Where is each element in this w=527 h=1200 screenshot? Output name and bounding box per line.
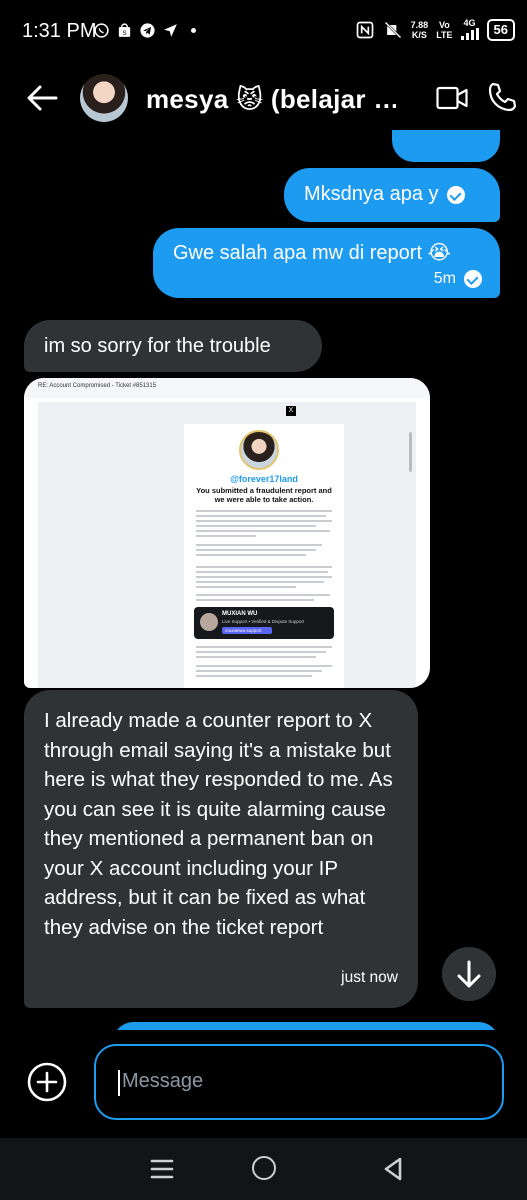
system-status: 7.88 K/S Vo LTE 4G 56: [355, 18, 515, 42]
network-speed: 7.88 K/S: [411, 20, 429, 40]
read-receipt-icon: [464, 269, 482, 288]
dot-icon: [191, 28, 196, 33]
message-input[interactable]: Message: [94, 1044, 504, 1120]
email-text-line: [196, 675, 312, 677]
email-text-line: [196, 665, 332, 667]
system-nav-bar: [0, 1138, 527, 1200]
email-text-line: [196, 594, 330, 596]
email-text-line: [196, 520, 332, 522]
email-text-line: [196, 530, 330, 532]
sent-message[interactable]: Mksdnya apa y: [284, 168, 500, 222]
notification-icons: S: [93, 22, 202, 39]
text-cursor: [118, 1070, 120, 1096]
email-text-line: [196, 576, 332, 578]
x-logo-icon: X: [286, 406, 296, 416]
message-meta: 5m: [433, 269, 482, 288]
message-text: I already made a counter report to X thr…: [44, 709, 393, 939]
nfc-icon: [356, 21, 373, 39]
email-handle: @forever17land: [230, 474, 298, 484]
email-body: @forever17land You submitted a fraudulen…: [38, 402, 416, 688]
scroll-down-button[interactable]: [442, 947, 496, 1001]
email-text-line: [196, 549, 316, 551]
sent-message[interactable]: Gwe salah apa mw di report 😭 5m: [153, 228, 500, 298]
message-text: Mksdnya apa y: [304, 183, 439, 205]
email-avatar: [239, 430, 279, 470]
back-arrow-icon[interactable]: [24, 80, 60, 116]
message-time: 5m: [433, 270, 456, 287]
video-call-icon[interactable]: [436, 84, 468, 112]
email-text-line: [196, 544, 322, 546]
speed-value: 7.88: [410, 20, 429, 30]
status-time: 1:31 PM: [22, 20, 97, 42]
recent-apps-icon[interactable]: [150, 1158, 174, 1180]
support-button: muxianwu.support: [222, 627, 272, 634]
whatsapp-icon: [94, 23, 109, 38]
email-text-line: [196, 670, 322, 672]
network-type: 4G: [460, 18, 479, 42]
email-text-line: [196, 535, 256, 537]
email-text-line: [196, 646, 332, 648]
contact-name[interactable]: mesya 😾 (belajar …: [146, 84, 396, 115]
signal-icon: [460, 28, 479, 40]
support-avatar: [200, 613, 218, 631]
email-subject: RE: Account Compromised - Ticket #851315: [24, 378, 430, 398]
shopping-icon: S: [118, 23, 131, 37]
volte-bottom: LTE: [436, 30, 453, 40]
email-text-line: [196, 566, 332, 568]
message-placeholder: Message: [122, 1070, 204, 1092]
volte-indicator: Vo LTE: [436, 20, 452, 40]
message-text: Gwe salah apa mw di report 😭: [173, 242, 451, 264]
network-label: 4G: [463, 18, 476, 28]
svg-text:S: S: [122, 30, 126, 37]
email-text-line: [196, 581, 324, 583]
image-message[interactable]: RE: Account Compromised - Ticket #851315…: [24, 378, 430, 688]
mute-icon: [384, 21, 402, 39]
email-text-line: [196, 586, 296, 588]
read-receipt-icon: [446, 185, 465, 204]
email-text-line: [196, 554, 306, 556]
email-text-line: [196, 571, 328, 573]
avatar[interactable]: [80, 74, 128, 122]
email-text-line: [196, 651, 326, 653]
email-text-line: [196, 656, 316, 658]
email-text-line: [196, 525, 316, 527]
message-bubble-partial: [392, 130, 500, 162]
add-media-button[interactable]: [26, 1061, 68, 1103]
email-text-line: [196, 515, 326, 517]
home-icon[interactable]: [252, 1156, 276, 1180]
received-message[interactable]: I already made a counter report to X thr…: [24, 690, 418, 1008]
message-text: im so sorry for the trouble: [44, 335, 271, 357]
email-text-line: [196, 510, 332, 512]
support-subtitle: Live Support • Verified & Dispute Suppor…: [222, 619, 305, 624]
phone-icon[interactable]: [487, 82, 517, 112]
battery-indicator: 56: [486, 19, 515, 41]
email-page: @forever17land You submitted a fraudulen…: [184, 424, 344, 688]
volte-top: Vo: [438, 20, 450, 30]
received-message[interactable]: im so sorry for the trouble: [24, 320, 322, 372]
email-text-line: [196, 599, 314, 601]
support-name: MUXIAN WU: [222, 611, 258, 617]
back-triangle-icon[interactable]: [382, 1156, 404, 1182]
location-arrow-icon: [164, 24, 177, 37]
email-title: You submitted a fraudulent report and we…: [196, 486, 332, 504]
support-card: MUXIAN WU Live Support • Verified & Disp…: [194, 607, 334, 639]
email-scrollbar: [409, 432, 412, 472]
status-bar: 1:31 PM S 7.88 K/S Vo LTE 4G 56: [0, 0, 527, 62]
telegram-icon: [140, 23, 155, 38]
speed-unit: K/S: [411, 30, 427, 40]
message-time: just now: [341, 968, 398, 986]
